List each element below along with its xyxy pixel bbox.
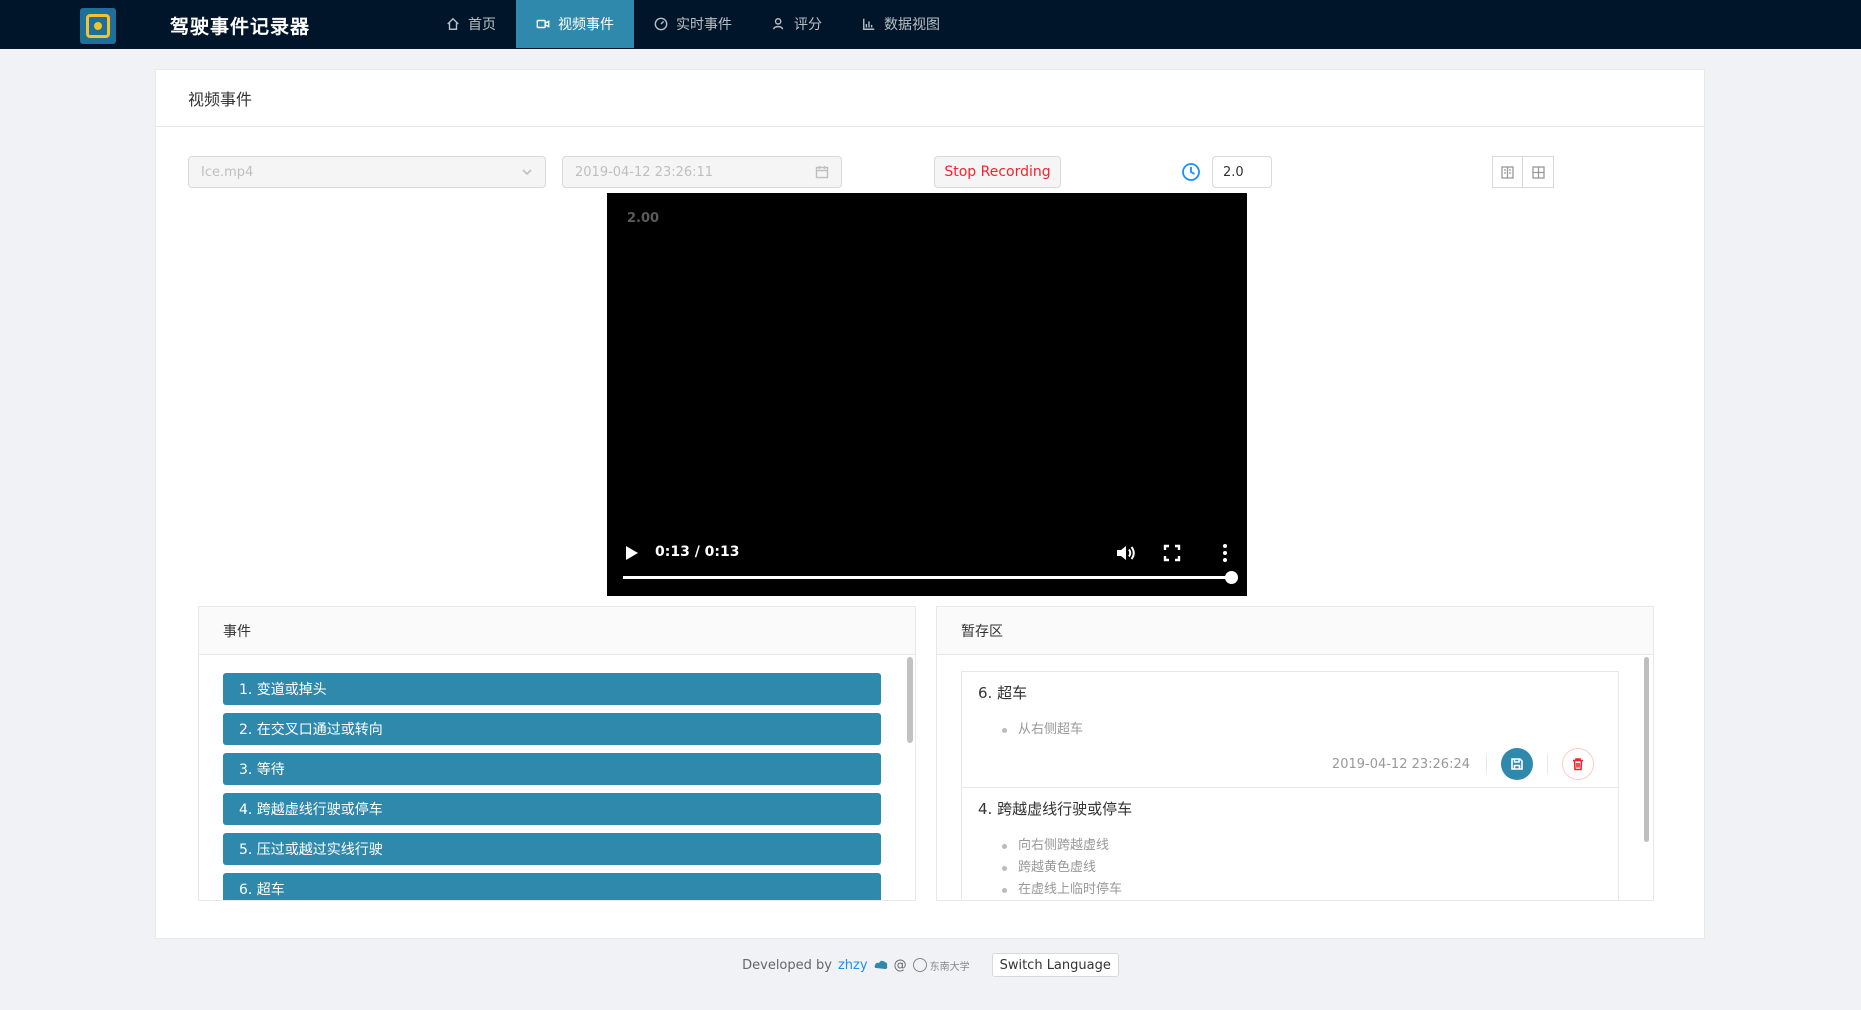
nav-item-label: 评分 — [794, 17, 822, 33]
event-item[interactable]: 4. 跨越虚线行驶或停车 — [223, 793, 881, 825]
video-progress-bar[interactable] — [623, 571, 1238, 584]
stash-item-time: 2019-04-12 23:26:24 — [1331, 756, 1470, 772]
stash-item: 6. 超车 从右侧超车 2019-04-12 23:26:24 — [962, 672, 1618, 787]
stash-item: 4. 跨越虚线行驶或停车 向右侧跨越虚线 跨越黄色虚线 在虚线上临时停车 — [962, 787, 1618, 900]
stash-scrollbar[interactable] — [1644, 657, 1649, 842]
stash-item-detail: 在虚线上临时停车 — [978, 879, 1602, 900]
page-footer: Developed by zhzy @ 东南大学 Switch Language — [0, 952, 1861, 978]
at-symbol: @ — [893, 957, 907, 973]
event-item[interactable]: 5. 压过或越过实线行驶 — [223, 833, 881, 865]
nav-item-label: 数据视图 — [884, 17, 940, 33]
nav-item-label: 实时事件 — [676, 17, 732, 33]
video-time: 0:13 / 0:13 — [655, 544, 740, 560]
video-events-card: 视频事件 Ice.mp4 2019-04-12 23:26:11 Stop Re… — [155, 69, 1705, 939]
fullscreen-icon[interactable] — [1163, 544, 1181, 562]
events-panel-title: 事件 — [199, 607, 915, 655]
nav-item-video-events[interactable]: 视频事件 — [516, 0, 634, 48]
home-icon — [447, 17, 459, 30]
nav-item-label: 首页 — [468, 17, 496, 33]
nav-item-data-view[interactable]: 数据视图 — [842, 0, 960, 48]
calendar-icon — [815, 166, 829, 179]
nav-item-label: 视频事件 — [558, 17, 614, 33]
camera-focus-icon[interactable] — [80, 8, 116, 44]
top-navbar: 驾驶事件记录器 首页 视频事件 实时事件 评分 数据视图 — [0, 0, 1861, 49]
video-controls: 0:13 / 0:13 — [607, 526, 1247, 596]
video-speed-overlay: 2.00 — [627, 211, 660, 226]
datetime-picker[interactable]: 2019-04-12 23:26:11 — [562, 156, 842, 188]
switch-language-button[interactable]: Switch Language — [991, 953, 1119, 977]
video-progress-thumb[interactable] — [1225, 571, 1238, 584]
main-nav: 首页 视频事件 实时事件 评分 数据视图 — [426, 0, 960, 49]
divider — [1547, 754, 1548, 774]
more-options-icon[interactable] — [1221, 542, 1229, 564]
file-select-value: Ice.mp4 — [201, 164, 254, 180]
nav-item-home[interactable]: 首页 — [426, 0, 516, 48]
stash-item-title: 6. 超车 — [978, 684, 1028, 702]
delete-event-button[interactable] — [1562, 748, 1594, 780]
nav-item-realtime-events[interactable]: 实时事件 — [634, 0, 752, 48]
university-logo: 东南大学 — [912, 958, 970, 973]
page-title: 视频事件 — [156, 70, 1704, 127]
split-columns-icon — [1501, 165, 1514, 179]
stash-item-detail: 从右侧超车 — [978, 719, 1602, 741]
layout-split-button[interactable] — [1492, 156, 1523, 188]
event-item[interactable]: 2. 在交叉口通过或转向 — [223, 713, 881, 745]
playback-speed-input[interactable] — [1212, 156, 1272, 188]
events-panel: 事件 1. 变道或掉头 2. 在交叉口通过或转向 3. 等待 4. 跨越虚线行驶… — [198, 606, 916, 901]
app-title: 驾驶事件记录器 — [170, 16, 311, 38]
grid-icon — [1531, 165, 1545, 179]
video-icon — [536, 19, 550, 29]
layout-grid-button[interactable] — [1523, 156, 1554, 188]
stash-panel: 暂存区 6. 超车 从右侧超车 2019-04-12 23:26:24 4. 跨… — [936, 606, 1654, 901]
stash-item-detail: 向右侧跨越虚线 — [978, 835, 1602, 857]
stash-item-footer: 2019-04-12 23:26:24 — [978, 741, 1602, 787]
stash-list: 6. 超车 从右侧超车 2019-04-12 23:26:24 4. 跨越虚线行… — [961, 671, 1619, 900]
dashboard-icon — [654, 17, 668, 31]
save-event-button[interactable] — [1501, 748, 1533, 780]
stop-recording-button[interactable]: Stop Recording — [934, 156, 1061, 188]
author-link[interactable]: zhzy — [838, 958, 868, 973]
datetime-value: 2019-04-12 23:26:11 — [575, 164, 714, 180]
stash-item-title: 4. 跨越虚线行驶或停车 — [978, 800, 1133, 818]
university-logo-text: 东南大学 — [929, 961, 970, 973]
university-seal-icon — [912, 958, 927, 972]
nav-item-score[interactable]: 评分 — [752, 0, 842, 48]
trash-icon — [1573, 758, 1583, 771]
layout-toggle-group — [1492, 156, 1554, 188]
stash-item-detail: 跨越黄色虚线 — [978, 857, 1602, 879]
file-select[interactable]: Ice.mp4 — [188, 156, 546, 188]
developed-by-text: Developed by — [742, 957, 832, 973]
event-item[interactable]: 1. 变道或掉头 — [223, 673, 881, 705]
event-item[interactable]: 3. 等待 — [223, 753, 881, 785]
chevron-down-icon — [522, 169, 532, 176]
clock-icon — [1181, 162, 1201, 182]
stash-panel-title: 暂存区 — [937, 607, 1653, 655]
cloud-icon — [874, 960, 887, 969]
event-list: 1. 变道或掉头 2. 在交叉口通过或转向 3. 等待 4. 跨越虚线行驶或停车… — [223, 673, 881, 900]
divider — [1486, 754, 1487, 774]
play-icon[interactable] — [623, 544, 641, 562]
chart-icon — [863, 18, 875, 30]
save-icon — [1511, 758, 1523, 770]
events-scrollbar[interactable] — [907, 657, 913, 743]
volume-icon[interactable] — [1115, 543, 1137, 563]
user-icon — [773, 18, 784, 30]
video-player[interactable]: 2.00 0:13 / 0:13 — [607, 193, 1247, 596]
event-item[interactable]: 6. 超车 — [223, 873, 881, 900]
